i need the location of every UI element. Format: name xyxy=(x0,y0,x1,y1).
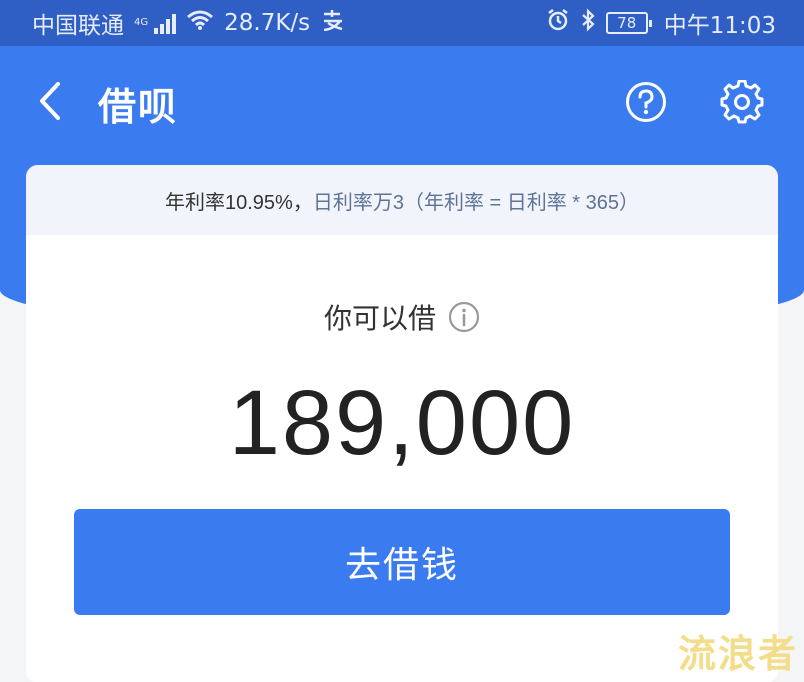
bluetooth-icon xyxy=(580,8,596,38)
loan-card: 年利率10.95%， 日利率万3（年利率 = 日利率 * 365） 你可以借 1… xyxy=(26,165,778,682)
back-button[interactable] xyxy=(30,78,70,124)
battery-icon: 78 xyxy=(605,12,652,34)
wifi-icon xyxy=(186,9,214,37)
clock: 中午11:03 xyxy=(663,13,776,39)
borrow-button[interactable]: 去借钱 xyxy=(74,509,730,615)
borrow-label-row: 你可以借 xyxy=(26,297,778,337)
info-icon[interactable] xyxy=(448,301,480,333)
page-title: 借呗 xyxy=(98,85,179,129)
signal-icon xyxy=(154,12,177,34)
borrow-label: 你可以借 xyxy=(323,302,436,335)
watermark: 流浪者 xyxy=(677,632,798,676)
carrier-label: 中国联通 xyxy=(32,13,124,39)
daily-rate-hint: 日利率万3（年利率 = 日利率 * 365） xyxy=(312,191,640,214)
status-bar: 中国联通 4G 28.7K/s 78 中午11:03 xyxy=(0,0,804,46)
credit-amount: 189,000 xyxy=(228,372,576,474)
annual-rate: 年利率10.95%， xyxy=(164,191,313,214)
interest-rate-bar: 年利率10.95%， 日利率万3（年利率 = 日利率 * 365） xyxy=(26,165,778,235)
gear-icon xyxy=(720,80,764,124)
help-button[interactable] xyxy=(624,80,668,124)
battery-level: 78 xyxy=(617,14,637,32)
settings-button[interactable] xyxy=(720,80,764,124)
question-circle-icon xyxy=(626,82,666,122)
network-type: 4G xyxy=(134,17,149,28)
alarm-icon xyxy=(546,8,570,38)
network-speed: 28.7K/s xyxy=(224,10,311,36)
alipay-notification-icon xyxy=(320,9,346,37)
chevron-left-icon xyxy=(40,82,60,120)
